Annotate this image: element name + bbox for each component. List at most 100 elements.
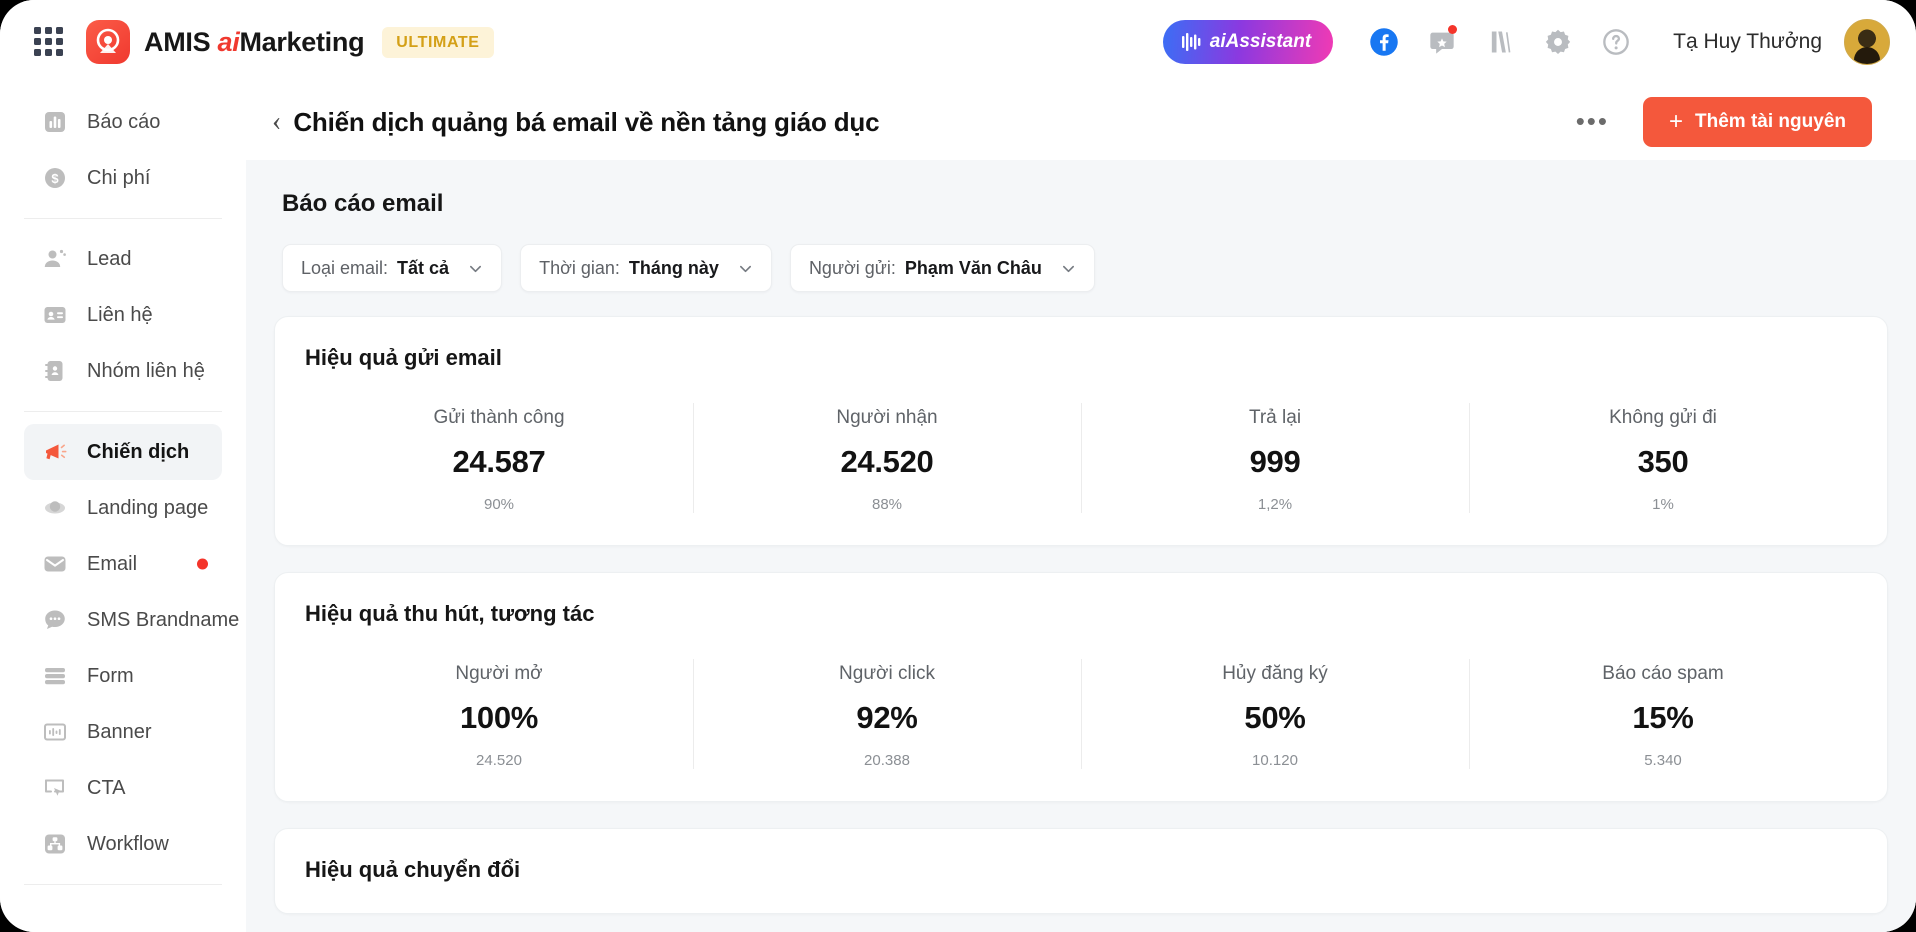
sidebar-item-label: CTA bbox=[87, 777, 126, 800]
sidebar-item-form[interactable]: Form bbox=[24, 648, 222, 704]
sidebar-item-label: Báo cáo bbox=[87, 111, 160, 134]
filter-sender[interactable]: Người gửi: Phạm Văn Châu bbox=[790, 244, 1095, 292]
card-sending-performance: Hiệu quả gửi email Gửi thành công 24.587… bbox=[274, 316, 1888, 546]
email-unread-dot bbox=[197, 559, 208, 570]
metric-label: Trả lại bbox=[1081, 407, 1469, 429]
brand-marketing: Marketing bbox=[239, 27, 364, 57]
book-icon[interactable] bbox=[1475, 17, 1525, 67]
ellipsis-icon[interactable]: ••• bbox=[1564, 108, 1621, 136]
report-content: Báo cáo email Loại email: Tất cả Thời gi… bbox=[246, 160, 1916, 932]
sidebar-item-chien-dich[interactable]: Chiến dịch bbox=[24, 424, 222, 480]
ai-assistant-button[interactable]: aiAssistant bbox=[1163, 20, 1333, 64]
metric-label: Báo cáo spam bbox=[1469, 663, 1857, 685]
ai-assistant-label: aiAssistant bbox=[1210, 31, 1311, 53]
filter-label: Người gửi: bbox=[809, 258, 896, 279]
landing-page-icon bbox=[42, 495, 68, 521]
page-header: ‹ Chiến dịch quảng bá email về nền tảng … bbox=[246, 84, 1916, 160]
metric-sub: 88% bbox=[693, 496, 1081, 513]
card-title: Hiệu quả gửi email bbox=[305, 345, 1857, 371]
apps-grid-icon[interactable] bbox=[34, 27, 64, 57]
sidebar-item-workflow[interactable]: Workflow bbox=[24, 816, 222, 872]
sidebar-item-label: Workflow bbox=[87, 833, 169, 856]
user-name: Tạ Huy Thưởng bbox=[1673, 30, 1822, 54]
sidebar-item-email[interactable]: Email bbox=[24, 536, 222, 592]
app-window: AMIS aiMarketing ULTIMATE aiAssistant bbox=[0, 0, 1916, 932]
metric-recipients: Người nhận 24.520 88% bbox=[693, 401, 1081, 515]
filter-label: Thời gian: bbox=[539, 258, 620, 279]
top-bar: AMIS aiMarketing ULTIMATE aiAssistant bbox=[0, 0, 1916, 84]
metric-sub: 10.120 bbox=[1081, 752, 1469, 769]
chevron-left-icon[interactable]: ‹ bbox=[272, 108, 293, 136]
metric-row: Gửi thành công 24.587 90% Người nhận 24.… bbox=[305, 401, 1857, 515]
card-engagement-performance: Hiệu quả thu hút, tương tác Người mở 100… bbox=[274, 572, 1888, 802]
filter-bar: Loại email: Tất cả Thời gian: Tháng này … bbox=[274, 218, 1888, 316]
sidebar-item-cta[interactable]: CTA bbox=[24, 760, 222, 816]
top-bar-right: aiAssistant bbox=[1163, 17, 1890, 67]
sidebar-item-bao-cao[interactable]: Báo cáo bbox=[24, 94, 222, 150]
brand-ai: ai bbox=[218, 27, 240, 57]
chat-bubble-icon bbox=[42, 607, 68, 633]
metric-value: 92% bbox=[693, 700, 1081, 736]
metric-value: 24.520 bbox=[693, 444, 1081, 480]
sidebar-item-lien-he[interactable]: Liên hệ bbox=[24, 287, 222, 343]
metric-label: Người nhận bbox=[693, 407, 1081, 429]
sidebar-item-lead[interactable]: Lead bbox=[24, 231, 222, 287]
dollar-circle-icon: $ bbox=[42, 165, 68, 191]
sidebar-item-label: SMS Brandname bbox=[87, 609, 239, 632]
filter-value: Phạm Văn Châu bbox=[905, 258, 1042, 279]
metric-sub: 24.520 bbox=[305, 752, 693, 769]
metric-spam-reports: Báo cáo spam 15% 5.340 bbox=[1469, 657, 1857, 771]
filter-time-range[interactable]: Thời gian: Tháng này bbox=[520, 244, 772, 292]
ai-sparkle-icon bbox=[1181, 32, 1201, 52]
metric-value: 15% bbox=[1469, 700, 1857, 736]
metric-sent-success: Gửi thành công 24.587 90% bbox=[305, 401, 693, 515]
card-title: Hiệu quả chuyển đổi bbox=[305, 857, 1857, 883]
metric-value: 350 bbox=[1469, 444, 1857, 480]
svg-text:$: $ bbox=[51, 171, 59, 186]
facebook-icon[interactable] bbox=[1359, 17, 1409, 67]
metric-label: Người click bbox=[693, 663, 1081, 685]
contact-group-icon bbox=[42, 358, 68, 384]
sidebar-item-label: Liên hệ bbox=[87, 304, 153, 327]
notification-icon[interactable] bbox=[1417, 17, 1467, 67]
chevron-down-icon bbox=[738, 261, 753, 276]
metric-label: Gửi thành công bbox=[305, 407, 693, 429]
chevron-down-icon bbox=[468, 261, 483, 276]
sidebar-item-chi-phi[interactable]: $ Chi phí bbox=[24, 150, 222, 206]
card-title: Hiệu quả thu hút, tương tác bbox=[305, 601, 1857, 627]
metric-label: Hủy đăng ký bbox=[1081, 663, 1469, 685]
sidebar-item-sms-brandname[interactable]: SMS Brandname bbox=[24, 592, 222, 648]
sidebar-item-label: Nhóm liên hệ bbox=[87, 360, 205, 383]
workflow-icon bbox=[42, 831, 68, 857]
filter-label: Loại email: bbox=[301, 258, 388, 279]
card-conversion-performance: Hiệu quả chuyển đổi bbox=[274, 828, 1888, 914]
metric-bounced: Trả lại 999 1,2% bbox=[1081, 401, 1469, 515]
avatar[interactable] bbox=[1844, 19, 1890, 65]
sidebar-item-label: Chi phí bbox=[87, 167, 150, 190]
sidebar-item-landing-page[interactable]: Landing page bbox=[24, 480, 222, 536]
sidebar-divider bbox=[24, 411, 222, 412]
metric-row: Người mở 100% 24.520 Người click 92% 20.… bbox=[305, 657, 1857, 771]
plus-icon: + bbox=[1669, 108, 1683, 136]
banner-icon bbox=[42, 719, 68, 745]
contact-card-icon bbox=[42, 302, 68, 328]
sidebar-item-banner[interactable]: Banner bbox=[24, 704, 222, 760]
form-stack-icon bbox=[42, 663, 68, 689]
amis-logo-icon[interactable] bbox=[86, 20, 130, 64]
metric-sub: 20.388 bbox=[693, 752, 1081, 769]
metric-clicked: Người click 92% 20.388 bbox=[693, 657, 1081, 771]
sidebar-item-nhom-lien-he[interactable]: Nhóm liên hệ bbox=[24, 343, 222, 399]
sidebar-divider bbox=[24, 218, 222, 219]
filter-email-type[interactable]: Loại email: Tất cả bbox=[282, 244, 502, 292]
sidebar-item-label: Banner bbox=[87, 721, 152, 744]
help-icon[interactable] bbox=[1591, 17, 1641, 67]
report-section-title: Báo cáo email bbox=[274, 160, 1888, 218]
gear-icon[interactable] bbox=[1533, 17, 1583, 67]
add-resource-button[interactable]: + Thêm tài nguyên bbox=[1643, 97, 1872, 147]
metric-unsubscribed: Hủy đăng ký 50% 10.120 bbox=[1081, 657, 1469, 771]
chart-bar-icon bbox=[42, 109, 68, 135]
metric-value: 50% bbox=[1081, 700, 1469, 736]
metric-sub: 1,2% bbox=[1081, 496, 1469, 513]
add-resource-label: Thêm tài nguyên bbox=[1695, 111, 1846, 133]
metric-label: Người mở bbox=[305, 663, 693, 685]
